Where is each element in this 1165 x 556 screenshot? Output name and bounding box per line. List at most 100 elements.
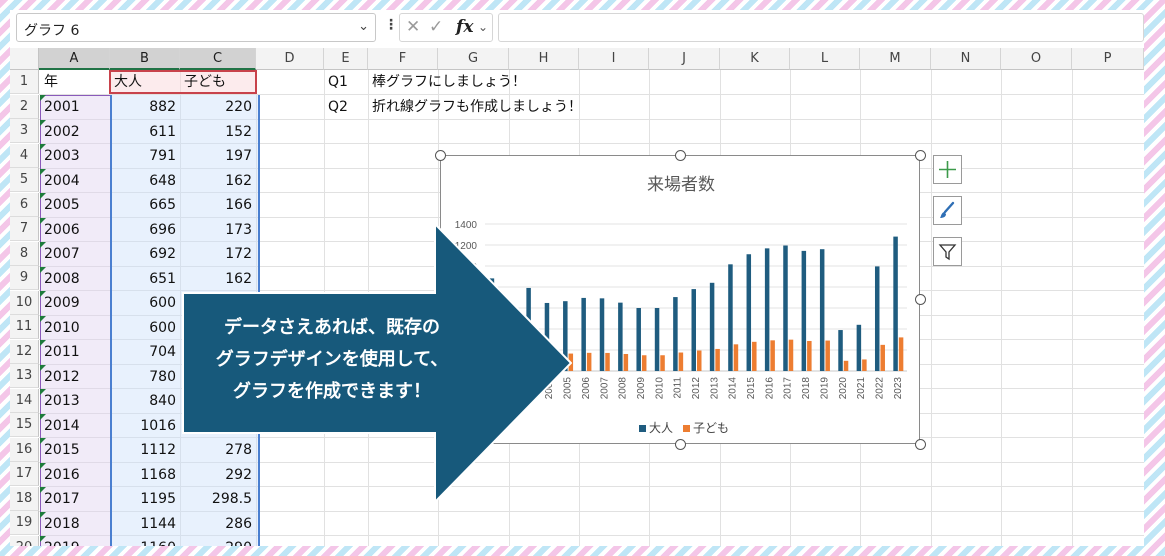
cell-adult[interactable]: 791 [110,144,180,168]
cell-child[interactable]: 290 [180,536,256,546]
cell-adult[interactable]: 1168 [110,463,180,487]
select-all-corner[interactable] [10,48,39,70]
cell-child[interactable]: 197 [180,144,256,168]
legend-item-adult[interactable]: 大人 [639,419,673,436]
resize-handle[interactable] [915,439,926,450]
chart-filters-button[interactable] [933,237,962,266]
cell-child[interactable]: 220 [180,95,256,119]
cell-year[interactable]: 2005 [40,193,110,217]
column-header[interactable]: B [110,48,180,70]
cell-year[interactable]: 2006 [40,218,110,242]
row-header[interactable]: 9 [10,266,39,290]
cell-child-header[interactable]: 子ども [180,70,256,94]
cell-year[interactable]: 2008 [40,267,110,291]
cell-child[interactable]: 162 [180,169,256,193]
cell-year[interactable]: 2001 [40,95,110,119]
column-header[interactable]: C [180,48,256,70]
row-header[interactable]: 5 [10,168,39,192]
cell-year[interactable]: 2014 [40,414,110,438]
cell-year[interactable]: 2016 [40,463,110,487]
column-header[interactable]: E [324,48,368,70]
chevron-down-icon[interactable]: ⌄ [358,19,369,34]
row-header[interactable]: 8 [10,241,39,266]
row-header[interactable]: 10 [10,290,39,315]
cell-adult[interactable]: 665 [110,193,180,217]
cell-adult[interactable]: 600 [110,316,180,340]
cell-year[interactable]: 2015 [40,438,110,462]
cell-year[interactable]: 2019 [40,536,110,546]
column-header[interactable]: H [509,48,579,70]
cell-year[interactable]: 2009 [40,291,110,315]
legend-item-child[interactable]: 子ども [683,419,729,436]
cell-adult[interactable]: 692 [110,242,180,266]
column-header[interactable]: A [39,48,110,70]
row-header[interactable]: 1 [10,70,39,94]
resize-handle[interactable] [675,150,686,161]
row-header[interactable]: 4 [10,143,39,168]
formula-input[interactable] [498,13,1144,42]
column-header[interactable]: J [649,48,720,70]
row-header[interactable]: 6 [10,192,39,217]
chart-styles-button[interactable] [933,196,962,225]
cell-adult[interactable]: 651 [110,267,180,291]
cell-q2-text[interactable]: 折れ線グラフも作成しましょう！ [368,95,668,119]
cell-year[interactable]: 2012 [40,365,110,389]
name-box[interactable]: グラフ 6 ⌄ [16,13,376,42]
cell-adult[interactable]: 611 [110,120,180,144]
row-header[interactable]: 20 [10,535,39,546]
cell-year[interactable]: 2003 [40,144,110,168]
more-options-icon[interactable]: ⋮ [384,17,398,33]
cell-year[interactable]: 2011 [40,340,110,364]
cell-year[interactable]: 2010 [40,316,110,340]
column-header[interactable]: O [1001,48,1072,70]
column-header[interactable]: N [931,48,1001,70]
cell-year[interactable]: 2017 [40,487,110,511]
cell-adult[interactable]: 780 [110,365,180,389]
resize-handle[interactable] [435,150,446,161]
cell-adult[interactable]: 696 [110,218,180,242]
chevron-down-icon[interactable]: ⌄ [478,20,488,34]
row-header[interactable]: 11 [10,315,39,339]
cell-year[interactable]: 2007 [40,242,110,266]
cell-q2-label[interactable]: Q2 [324,95,368,119]
cell-year[interactable]: 2013 [40,389,110,413]
cell-adult[interactable]: 1160 [110,536,180,546]
cell-adult[interactable]: 1144 [110,512,180,536]
cell-child[interactable]: 152 [180,120,256,144]
column-header[interactable]: L [790,48,860,70]
cell-adult-header[interactable]: 大人 [110,70,180,94]
row-header[interactable]: 16 [10,437,39,462]
column-header[interactable]: G [438,48,509,70]
cell-adult[interactable]: 1195 [110,487,180,511]
cell-adult[interactable]: 840 [110,389,180,413]
column-header[interactable]: D [256,48,324,70]
cell-q1-label[interactable]: Q1 [324,70,368,94]
insert-function-button[interactable]: fx [456,17,473,37]
cell-adult[interactable]: 1112 [110,438,180,462]
row-header[interactable]: 18 [10,486,39,511]
cell-q1-text[interactable]: 棒グラフにしましょう！ [368,70,668,94]
cell-adult[interactable]: 1016 [110,414,180,438]
cancel-icon[interactable]: ✕ [406,17,420,37]
cell-adult[interactable]: 882 [110,95,180,119]
row-header[interactable]: 2 [10,94,39,119]
column-header[interactable]: F [368,48,438,70]
cell-year[interactable]: 2018 [40,512,110,536]
cell-adult[interactable]: 704 [110,340,180,364]
chart-elements-button[interactable] [933,155,962,184]
column-header[interactable]: M [860,48,931,70]
cell-year[interactable]: 2002 [40,120,110,144]
cell-child[interactable]: 166 [180,193,256,217]
row-header[interactable]: 17 [10,462,39,486]
resize-handle[interactable] [915,294,926,305]
row-header[interactable]: 3 [10,119,39,143]
cell-child[interactable]: 286 [180,512,256,536]
row-header[interactable]: 15 [10,413,39,437]
cell-adult[interactable]: 600 [110,291,180,315]
column-header[interactable]: K [720,48,790,70]
column-header[interactable]: P [1072,48,1144,70]
cell-adult[interactable]: 648 [110,169,180,193]
row-header[interactable]: 12 [10,339,39,364]
resize-handle[interactable] [675,439,686,450]
check-icon[interactable]: ✓ [429,17,443,37]
